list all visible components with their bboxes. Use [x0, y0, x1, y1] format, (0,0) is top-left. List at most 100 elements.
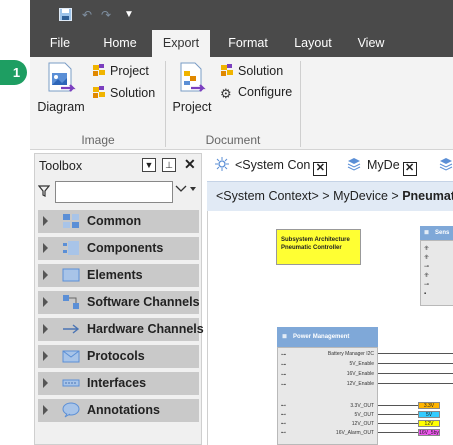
toolbox-category-interfaces[interactable]: Interfaces — [38, 372, 199, 395]
layers-icon[interactable] — [439, 157, 453, 177]
project-icon — [93, 64, 105, 76]
pin-icon[interactable]: ⊥ — [162, 158, 176, 172]
doc-tab-mydevice[interactable]: MyDe ✕ — [347, 157, 417, 177]
connection-line[interactable] — [378, 373, 453, 374]
export-solution-document-button[interactable]: Solution — [220, 63, 283, 78]
save-icon[interactable] — [58, 8, 72, 22]
close-icon[interactable]: ✕ — [402, 162, 417, 176]
toolbox-category-components[interactable]: Components — [38, 237, 199, 260]
tab-export[interactable]: Export — [152, 30, 210, 57]
expand-arrow-icon — [43, 324, 48, 334]
port-label: 12V_OUT — [351, 421, 374, 427]
power-block-body[interactable]: Battery Manager I2C 5V_Enable 16V_Enable… — [277, 347, 378, 445]
close-icon[interactable]: ✕ — [184, 156, 196, 173]
configure-button[interactable]: ⚙ Configure — [220, 85, 292, 101]
group-separator — [165, 61, 166, 147]
category-label: Interfaces — [87, 376, 147, 390]
image-project-label: Project — [110, 64, 149, 78]
doc-tab-system-context[interactable]: <System Con ✕ — [215, 157, 328, 177]
sensor-block-header[interactable]: ≣ Sens — [420, 226, 453, 240]
port-icons: ⁜ ⁜ ⊸ ⁜ ⊸ ▪ — [424, 246, 430, 297]
power-tag-3v3[interactable]: 3.3V — [418, 402, 440, 409]
power-block-header[interactable]: ≣ Power Management — [277, 327, 378, 347]
annotation-note[interactable]: Subsystem Architecture Pneumatic Control… — [276, 229, 361, 265]
category-label: Hardware Channels — [87, 322, 204, 336]
undo-icon[interactable]: ↶ — [80, 8, 94, 22]
toolbox-category-annotations[interactable]: Annotations — [38, 399, 199, 422]
port-label: 16V_Alarm_OUT — [335, 430, 374, 436]
expand-arrow-icon — [43, 351, 48, 361]
category-label: Annotations — [87, 403, 160, 417]
toolbox-title: Toolbox — [39, 159, 83, 173]
breadcrumb-current[interactable]: Pneumat — [402, 189, 453, 203]
export-project-image-button[interactable]: Project — [92, 63, 149, 78]
hardware-channels-icon — [63, 324, 80, 334]
port-label: 3.3V_OUT — [350, 403, 374, 409]
connection-line[interactable] — [378, 414, 418, 415]
doc-tab-label: MyDe — [367, 158, 400, 172]
image-group-label: Image — [81, 133, 115, 147]
breadcrumb-path[interactable]: <System Context> > MyDevice > Pneumat — [216, 189, 453, 203]
sensor-block-title: Sens — [435, 230, 450, 236]
toolbox-category-common[interactable]: Common — [38, 210, 199, 233]
customize-icon[interactable]: ▼ — [122, 8, 136, 22]
toolbox-search-input[interactable] — [55, 181, 173, 203]
app-window: ↶ ↷ ▼ File Home Export Format Layout Vie… — [0, 0, 453, 445]
diagram-image-icon — [48, 62, 76, 92]
system-context-icon — [215, 157, 229, 171]
ribbon-panel: Diagram Project Solution Image Project S… — [30, 57, 453, 150]
expand-arrow-icon — [43, 378, 48, 388]
solution-icon — [93, 86, 105, 98]
sensor-block-body[interactable]: ⁜ ⁜ ⊸ ⁜ ⊸ ▪ — [420, 240, 453, 306]
close-icon[interactable]: ✕ — [313, 162, 328, 176]
toolbox-category-software-channels[interactable]: Software Channels — [38, 291, 200, 314]
connection-line[interactable] — [378, 383, 453, 384]
port-label: 5V_OUT — [354, 412, 374, 418]
tab-view[interactable]: View — [348, 30, 394, 57]
components-icon — [63, 241, 79, 255]
configure-label: Configure — [238, 85, 293, 99]
breadcrumb-prefix[interactable]: <System Context> > MyDevice > — [216, 189, 402, 203]
power-tag-5v[interactable]: 5V — [418, 411, 440, 418]
tab-home[interactable]: Home — [95, 30, 145, 57]
power-tag-12v[interactable]: 12V — [418, 420, 440, 427]
port-icons: ⊶ ⊶ ⊶ ⊶ — [281, 352, 286, 388]
port-icons: ⊷ ⊷ ⊷ ⊷ — [281, 403, 286, 436]
export-diagram-image-button[interactable]: Diagram — [36, 61, 86, 114]
connection-line[interactable] — [378, 353, 453, 354]
expand-arrow-icon — [43, 297, 48, 307]
port-label: 16V_Enable — [346, 371, 374, 377]
dropdown-icon[interactable]: ▼ — [142, 158, 156, 172]
group-separator — [300, 61, 301, 147]
left-margin — [0, 150, 30, 445]
connection-line[interactable] — [378, 405, 418, 406]
port-label: 5V_Enable — [349, 361, 374, 367]
filter-icon — [37, 185, 51, 200]
tab-file[interactable]: File — [40, 30, 80, 57]
toolbox-category-elements[interactable]: Elements — [38, 264, 199, 287]
chevron-down-icon[interactable] — [175, 183, 197, 198]
document-group-label: Document — [205, 133, 261, 147]
redo-icon[interactable]: ↷ — [99, 8, 113, 22]
connection-line[interactable] — [378, 423, 418, 424]
document-project-icon — [180, 62, 206, 92]
power-tag-16v[interactable]: 16V_5by — [418, 429, 440, 436]
diagram-canvas[interactable]: Subsystem Architecture Pneumatic Control… — [207, 211, 453, 445]
category-label: Components — [87, 241, 164, 255]
document-tabs: <System Con ✕ MyDe ✕ — [207, 153, 453, 181]
port-label: 12V_Enable — [346, 381, 374, 387]
toolbox-category-hardware-channels[interactable]: Hardware Channels — [38, 318, 204, 341]
expand-arrow-icon — [43, 405, 48, 415]
diagram-label: Diagram — [37, 100, 85, 114]
toolbox-category-protocols[interactable]: Protocols — [38, 345, 199, 368]
expand-arrow-icon — [43, 216, 48, 226]
category-label: Common — [87, 214, 142, 228]
power-block-title: Power Management — [293, 334, 350, 340]
tab-format[interactable]: Format — [218, 30, 278, 57]
export-solution-image-button[interactable]: Solution — [92, 85, 155, 100]
category-label: Protocols — [87, 349, 145, 363]
export-project-document-button[interactable]: Project — [170, 61, 214, 114]
connection-line[interactable] — [378, 363, 453, 364]
connection-line[interactable] — [378, 432, 418, 433]
tab-layout[interactable]: Layout — [286, 30, 340, 57]
